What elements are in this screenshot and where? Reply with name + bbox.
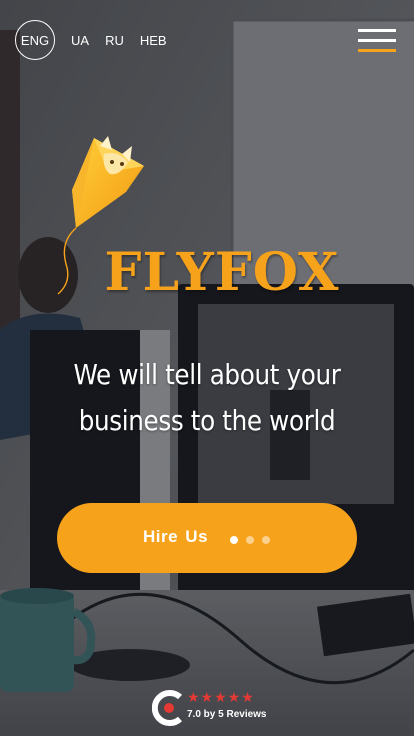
slide-dot-3[interactable] bbox=[262, 536, 270, 544]
hero-section: ENG UA RU HEB FLYFOX We will tell about … bbox=[0, 0, 414, 736]
clutch-rating-badge[interactable]: ★★★★★ 7.0 by 5 Reviews bbox=[152, 689, 272, 727]
rating-text: 7.0 by 5 Reviews bbox=[187, 709, 267, 720]
hamburger-menu-icon[interactable] bbox=[358, 29, 396, 53]
clutch-logo-icon bbox=[152, 690, 183, 726]
hero-tagline: We will tell about your business to the … bbox=[25, 352, 389, 444]
tagline-line-2: business to the world bbox=[78, 404, 336, 437]
lang-ru[interactable]: RU bbox=[105, 33, 124, 48]
menu-line bbox=[358, 39, 396, 42]
slider-pagination bbox=[230, 536, 278, 544]
lang-eng[interactable]: ENG bbox=[15, 20, 55, 60]
brand-logo-text: FLYFOX bbox=[104, 242, 340, 303]
menu-line bbox=[358, 49, 396, 52]
rating-stars: ★★★★★ bbox=[187, 689, 255, 705]
lang-ua[interactable]: UA bbox=[71, 33, 89, 48]
slide-dot-2[interactable] bbox=[246, 536, 254, 544]
slide-dot-1[interactable] bbox=[230, 536, 238, 544]
hire-us-label: Hire Us bbox=[143, 527, 209, 546]
hire-us-button[interactable]: Hire Us bbox=[57, 503, 357, 573]
menu-line bbox=[358, 29, 396, 32]
language-switcher: ENG UA RU HEB bbox=[15, 20, 183, 60]
tagline-line-1: We will tell about your bbox=[73, 358, 341, 391]
lang-heb[interactable]: HEB bbox=[140, 33, 167, 48]
